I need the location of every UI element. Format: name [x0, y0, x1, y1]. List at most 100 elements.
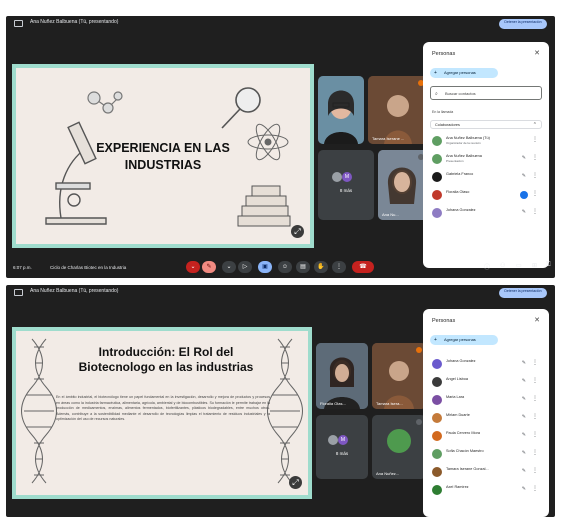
more-options-icon[interactable]: ⋮ [532, 467, 538, 474]
presenter-title: Ana Nuñez Balbuena (Tú, presentando) [30, 288, 119, 294]
shared-slide: Introducción: El Rol del Biotecnologo en… [12, 327, 312, 499]
participant-tile[interactable]: Floralia Olas... [316, 343, 368, 409]
camera-options-button[interactable]: ⌄ [222, 261, 236, 273]
more-options-icon[interactable]: ⋮ [532, 172, 538, 179]
person-name: Paula Cervero Mora [446, 431, 480, 435]
more-options-icon[interactable]: ⋮ [532, 359, 538, 366]
chevron-up-icon: ⌃ [532, 122, 537, 128]
camera-icon[interactable]: ▷ [238, 261, 252, 273]
person-row[interactable]: Sofia Chacón Maestro ✎ ⋮ [430, 447, 542, 461]
more-options-icon[interactable]: ⋮ [532, 449, 538, 456]
search-contacts-input[interactable]: ⌕ Buscar contactos [430, 86, 542, 100]
more-count: 8 más [339, 188, 353, 193]
mic-off-button[interactable]: ⌄ [186, 261, 200, 273]
leave-call-button[interactable]: ☎ [352, 261, 374, 273]
person-row[interactable]: Floralia Olaso ⋮ [430, 188, 542, 202]
mic-off-icon: ✎ [521, 173, 526, 179]
avatar [432, 467, 442, 477]
presenter-bar: Ana Nuñez Balbuena (Tú, presentando) Det… [6, 16, 555, 32]
person-name: Axel Ramirez [446, 485, 469, 489]
participant-tile[interactable]: Ana Nu... [378, 150, 428, 220]
more-options-icon[interactable]: ⋮ [532, 208, 538, 215]
books-icon [237, 185, 291, 227]
stop-presenting-button[interactable]: Detener la presentación [499, 288, 547, 298]
collaborators-group[interactable]: Colaboradores ⌃ [430, 120, 542, 129]
person-name: Sofia Chacón Maestro [446, 449, 484, 453]
more-options-icon[interactable]: ⋮ [532, 377, 538, 384]
person-row[interactable]: Paula Cervero Mora ✎ ⋮ [430, 429, 542, 443]
activities-icon[interactable]: ⊞ [532, 262, 537, 269]
dna-right-icon [267, 338, 303, 484]
add-people-button[interactable]: + Agregar personas [430, 68, 498, 78]
add-people-button[interactable]: + Agregar personas [430, 335, 498, 345]
captions-icon[interactable]: ▤ [296, 261, 310, 273]
avatar [432, 359, 442, 369]
add-person-icon: + [434, 337, 437, 343]
more-options-icon[interactable]: ⋮ [532, 395, 538, 402]
add-people-label: Agregar personas [444, 337, 476, 342]
participant-name: Tamara Iserane ... [372, 136, 405, 141]
mic-off-icon: ✎ [521, 378, 526, 384]
more-options-icon[interactable]: ⋮ [532, 190, 538, 197]
close-icon[interactable]: ✕ [534, 316, 540, 324]
close-icon[interactable]: ✕ [534, 49, 540, 57]
person-name: Tamara Iserane Gonzal... [446, 467, 489, 471]
participant-tile[interactable] [318, 76, 364, 144]
present-button[interactable]: ▣ [258, 261, 272, 273]
mic-off-icon: ✎ [521, 209, 526, 215]
avatar [432, 208, 442, 218]
expand-icon[interactable]: ⤢ [291, 225, 304, 238]
more-options-icon[interactable]: ⋮ [532, 413, 538, 420]
avatar [432, 395, 442, 405]
person-row[interactable]: Gabriela Franco ✎ ⋮ [430, 170, 542, 184]
panel-title: Personas [432, 51, 456, 57]
person-name: Mirlam Duarte [446, 413, 470, 417]
chat-icon[interactable]: ▭ [516, 262, 522, 269]
more-options-icon[interactable]: ⋮ [532, 154, 538, 161]
info-icon[interactable]: ⓘ [484, 262, 490, 271]
mic-off-icon[interactable]: ✎ [202, 261, 216, 273]
participant-tile[interactable]: Tamara Iserane ... [368, 76, 428, 144]
dna-left-icon [21, 338, 57, 484]
person-row[interactable]: Axel Ramirez ✎ ⋮ [430, 483, 542, 497]
person-role: Organizador de la reunión [446, 141, 481, 145]
person-row[interactable]: Johana Gonzalez ✎ ⋮ [430, 206, 542, 220]
atom-icon [247, 123, 289, 161]
person-row[interactable]: Angel Lisboa ✎ ⋮ [430, 375, 542, 389]
more-options-icon[interactable]: ⋮ [532, 136, 538, 143]
more-options-icon[interactable]: ⋮ [532, 485, 538, 492]
meet-window-1: Ana Nuñez Balbuena (Tú, presentando) Det… [6, 16, 555, 278]
emoji-icon[interactable]: ☺ [278, 261, 292, 273]
clock-time: 6:07 p.m. [13, 265, 32, 270]
more-count: 8 más [335, 451, 349, 456]
person-row[interactable]: Mirlam Duarte ✎ ⋮ [430, 411, 542, 425]
expand-icon[interactable]: ⤢ [289, 476, 302, 489]
search-placeholder: Buscar contactos [445, 91, 476, 96]
person-row[interactable]: Ana Nuñez Balbuena (Tú) Organizador de l… [430, 134, 542, 148]
people-panel: Personas ✕ + Agregar personas ⌕ Buscar c… [423, 42, 549, 268]
person-row[interactable]: Ana Nuñez Balbuena Presentación ✎ ⋮ [430, 152, 542, 166]
person-name: Johana Gonzalez [446, 359, 476, 363]
slide-title: EXPERIENCIA EN LAS INDUSTRIAS [96, 141, 230, 172]
raise-hand-icon[interactable]: ✋ [314, 261, 328, 273]
person-row[interactable]: Tamara Iserane Gonzal... ✎ ⋮ [430, 465, 542, 479]
more-options-icon[interactable]: ⋮ [532, 431, 538, 438]
people-icon[interactable]: ⚇ [500, 262, 505, 269]
person-row[interactable]: Maria Lara ✎ ⋮ [430, 393, 542, 407]
person-row[interactable]: Johana Gonzalez ✎ ⋮ [430, 357, 542, 371]
avatar [332, 172, 342, 182]
person-name: Floralia Olaso [446, 190, 470, 194]
meet-window-2: Ana Nuñez Balbuena (Tú, presentando) Det… [6, 285, 555, 517]
presenter-title: Ana Nuñez Balbuena (Tú, presentando) [30, 19, 119, 25]
more-participants-tile[interactable]: M 8 más [316, 415, 368, 479]
speaking-indicator [416, 347, 422, 353]
more-participants-tile[interactable]: M 8 más [318, 150, 374, 220]
participant-name: Floralia Olas... [320, 401, 346, 406]
lock-icon[interactable]: ⚿ [546, 262, 551, 269]
stop-presenting-button[interactable]: Detener la presentación [499, 19, 547, 29]
mic-off-icon: ✎ [521, 468, 526, 474]
more-options-icon[interactable]: ⋮ [332, 261, 346, 273]
participant-tile[interactable]: Ana Nuñez... [372, 415, 426, 479]
participant-video [318, 76, 364, 144]
participant-tile[interactable]: Tamara Isera... [372, 343, 426, 409]
